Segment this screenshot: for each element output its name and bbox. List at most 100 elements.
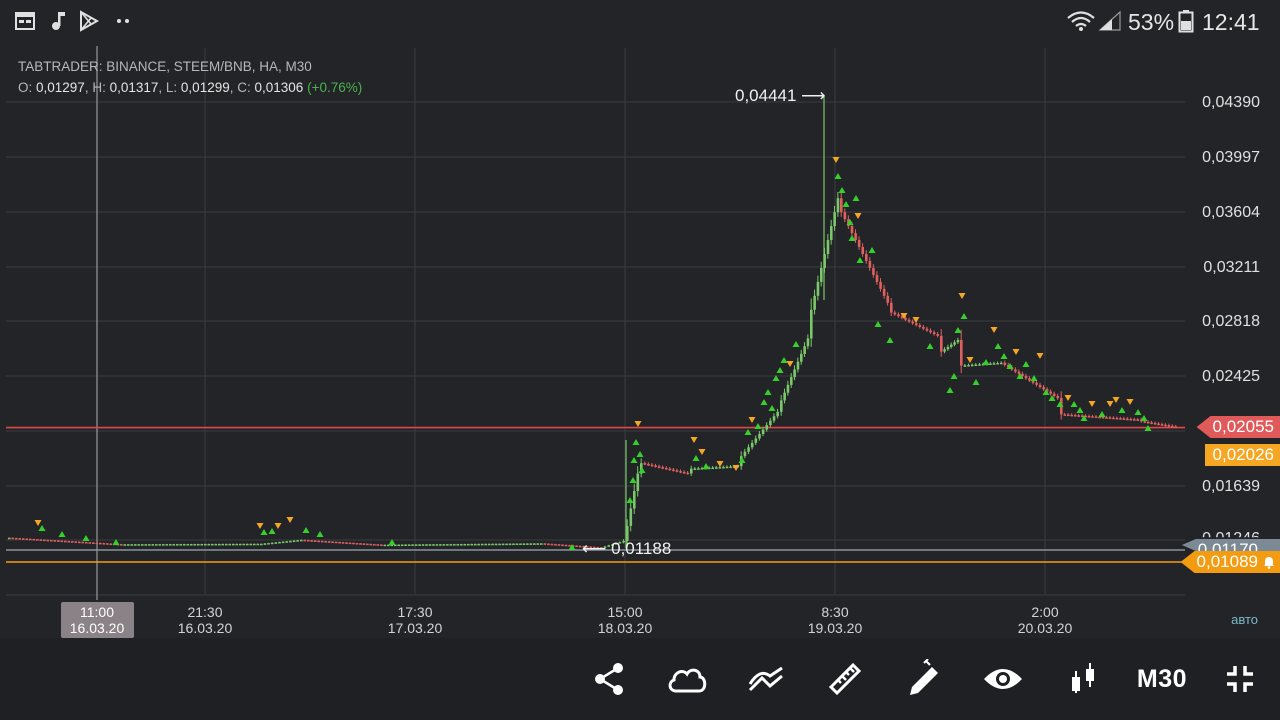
candle-body [1087,416,1091,418]
candle-body [1115,417,1119,420]
candle-body [1150,422,1153,424]
sell-signal-marker [832,157,840,163]
buy-signal-marker [629,477,637,483]
candle-body [729,466,732,469]
interval-button[interactable]: M30 [1130,656,1194,702]
candle-body [327,541,331,543]
candle-body [397,544,400,547]
sell-signal-marker [1126,399,1134,405]
candle-body [285,541,289,543]
candle-body [267,543,270,545]
candles-icon [1072,663,1094,693]
candle-body [929,330,932,333]
candle-body [64,540,67,543]
change-percent: (+0.76%) [307,80,363,95]
candle-body [235,543,239,546]
candle-body [989,363,992,366]
fullscreen-exit-icon [1227,666,1253,692]
candle-body [498,543,501,546]
candle-body [665,467,668,470]
candle-body [310,540,314,542]
candle-body [106,543,109,545]
candle-body [1146,421,1150,424]
candle-body [1063,414,1067,416]
candle-body [380,544,383,547]
bottom-toolbar: M30 [0,638,1280,720]
cloud-button[interactable] [664,656,710,702]
y-tick-label: 0,02425 [1202,368,1260,385]
ruler-button[interactable] [822,656,868,702]
sell-signal-marker [748,417,756,423]
share-icon [595,663,623,695]
candle-body [50,540,53,542]
candle-body [796,361,800,370]
candle-body [647,463,650,466]
orange-alert-tag[interactable]: 0,01089 [1180,551,1280,573]
candle-body [36,539,39,541]
candle-body [830,226,833,241]
candle-body [260,543,263,546]
sell-signal-marker [690,437,698,443]
candle-body [1119,418,1122,420]
buy-signal-marker [1076,407,1084,413]
candle-body [239,543,242,546]
candle-body [102,543,106,545]
buy-signal-marker [630,457,638,463]
share-button[interactable] [586,656,632,702]
candle-body [925,328,929,331]
candle-body [179,544,183,546]
draw-button[interactable] [901,656,947,702]
candle-body [331,541,334,544]
sell-signal-marker [34,520,42,526]
orange-alert-value: 0,01089 [1196,552,1258,571]
auto-scale-toggle[interactable]: авто [1231,612,1258,627]
candle-body [78,541,81,544]
candle-body [1094,416,1098,419]
candle-body [501,543,505,546]
sell-signal-marker [966,357,974,363]
buy-signal-marker [754,423,762,429]
candle-body [911,321,915,324]
candle-body [148,544,151,546]
ruler-icon [828,662,862,696]
candle-body [414,544,418,546]
candle-body [978,364,981,366]
candle-body [675,470,679,472]
candle-body [940,335,943,352]
candle-body [1042,387,1045,390]
candle-body [826,240,830,254]
candle-body [820,267,823,282]
bell-icon [1264,557,1274,569]
sell-signal-marker [1012,349,1020,355]
buy-signal-marker [1098,411,1106,417]
buy-signal-marker [260,529,268,535]
buy-signal-marker [638,467,646,473]
candle-body [904,317,907,320]
candle-body [228,543,232,546]
candle-body [338,541,341,544]
fullscreen-exit-button[interactable] [1217,656,1263,702]
candle-body [53,540,57,542]
candle-body [868,260,872,268]
chart-type-button[interactable] [1059,656,1105,702]
candle-body [383,544,387,547]
candle-body [540,543,543,545]
buy-signal-marker [776,367,784,373]
candle-body [533,543,536,545]
candle-body [411,544,414,546]
candle-body [636,473,640,492]
candle-body [1122,418,1126,420]
candle-body [200,543,204,546]
candle-body [806,338,810,347]
visibility-button[interactable] [980,656,1026,702]
indicators-button[interactable] [743,656,789,702]
candle-body [1038,384,1042,388]
candle-body [127,544,130,546]
candle-body [81,541,85,544]
candle-body [1126,418,1129,421]
candle-body [95,542,99,545]
candle-body [886,295,890,303]
candle-body [643,463,647,465]
candle-body [197,543,200,546]
grey-alert-tag[interactable]: 0,01170 [1181,539,1280,551]
